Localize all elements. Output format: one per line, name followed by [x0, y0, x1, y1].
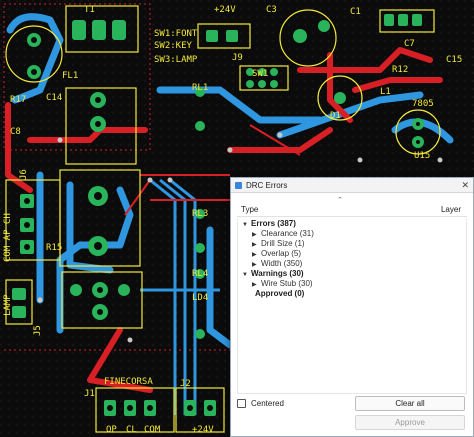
app-icon: [235, 181, 242, 189]
label-rl4: RL4: [192, 269, 208, 279]
label-cl: CL: [126, 425, 137, 435]
drc-title-bar[interactable]: DRC Errors ✕: [231, 178, 473, 193]
label-c1: C1: [350, 7, 361, 17]
column-type[interactable]: Type: [241, 205, 258, 214]
label-j2: J2: [180, 379, 191, 389]
tree-item-width[interactable]: ▶ Width (350): [238, 259, 466, 269]
tree-item-overlap[interactable]: ▶ Overlap (5): [238, 249, 466, 259]
label-c7: C7: [404, 39, 415, 49]
label-sw1: SW1:FONT: [154, 29, 198, 39]
tree-item-clearance[interactable]: ▶ Clearance (31): [238, 229, 466, 239]
label-u15: U15: [414, 151, 430, 161]
label-sw2: SW2:KEY: [154, 41, 193, 51]
sort-indicator-icon: ⌃: [337, 197, 343, 204]
label-ld4: LD4: [192, 293, 208, 303]
label-l1: L1: [380, 87, 391, 97]
label-r17: R17: [10, 95, 26, 105]
label-t1: T1: [84, 5, 95, 15]
label-plus24-top: +24V: [214, 5, 236, 15]
label-c14: C14: [46, 93, 62, 103]
clear-all-button[interactable]: Clear all: [355, 396, 465, 411]
drc-tree[interactable]: ▼ Errors (387) ▶ Clearance (31) ▶ Drill Siz…: [237, 219, 467, 394]
label-7805: 7805: [412, 99, 434, 109]
label-c15: C15: [446, 55, 462, 65]
label-com: COM: [144, 425, 161, 435]
label-c8: C8: [10, 127, 21, 137]
drc-window-title: DRC Errors: [246, 180, 288, 190]
label-r12: R12: [392, 65, 408, 75]
label-r15: R15: [46, 243, 62, 253]
label-j5: J5: [33, 325, 43, 336]
expanded-arrow-icon[interactable]: ▼: [242, 270, 251, 280]
label-plus24-bottom: +24V: [192, 425, 214, 435]
label-j1: J1: [84, 389, 95, 399]
tree-group-errors[interactable]: ▼ Errors (387): [238, 219, 466, 229]
tree-group-approved[interactable]: Approved (0): [238, 289, 466, 299]
label-sw3: SW3:LAMP: [154, 55, 198, 65]
label-lamp: LAMP: [3, 294, 13, 316]
tree-column-header: ⌃ Type Layer: [237, 197, 467, 217]
label-sw: SW1: [252, 69, 268, 79]
close-icon[interactable]: ✕: [461, 180, 469, 191]
label-finecorsa: FINECORSA: [104, 377, 153, 387]
label-com-ap-ch: COM AP CH: [3, 213, 13, 262]
tree-group-warnings[interactable]: ▼ Warnings (30): [238, 269, 466, 279]
label-rl1: RL1: [192, 83, 208, 93]
label-rl3: RL3: [192, 209, 208, 219]
drc-errors-window[interactable]: DRC Errors ✕ ⌃ Type Layer ▼ Errors (387) …: [230, 177, 474, 437]
label-c3: C3: [266, 5, 277, 15]
label-j6: J6: [19, 169, 29, 180]
checkbox-box[interactable]: [237, 399, 246, 408]
label-j9: J9: [232, 53, 243, 63]
column-layer[interactable]: Layer: [441, 205, 461, 214]
tree-item-drill-size[interactable]: ▶ Drill Size (1): [238, 239, 466, 249]
tree-item-wire-stub[interactable]: ▶ Wire Stub (30): [238, 279, 466, 289]
expanded-arrow-icon[interactable]: ▼: [242, 220, 251, 230]
centered-checkbox[interactable]: Centered: [237, 399, 284, 408]
label-fl1: FL1: [62, 71, 78, 81]
label-d1: D1: [330, 111, 341, 121]
label-op: OP: [106, 425, 117, 435]
approve-button[interactable]: Approve: [355, 415, 465, 430]
centered-label: Centered: [251, 399, 284, 408]
